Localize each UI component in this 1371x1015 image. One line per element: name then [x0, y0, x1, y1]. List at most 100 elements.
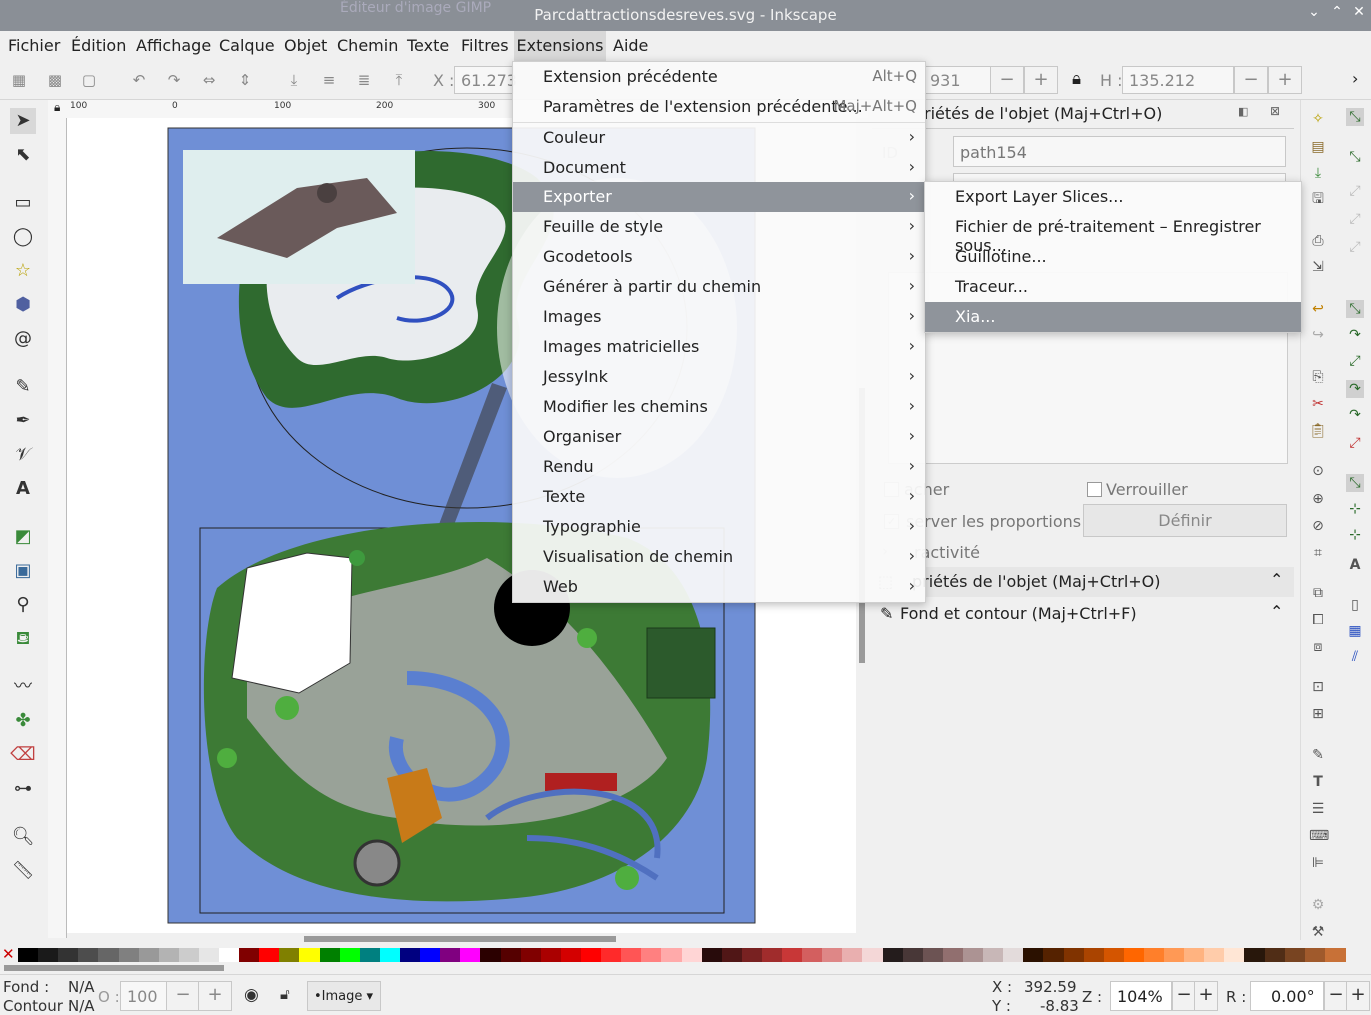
- align-icon[interactable]: ⊫: [1309, 854, 1327, 872]
- raise-icon[interactable]: ≣: [355, 71, 373, 89]
- color-swatch[interactable]: [118, 948, 140, 962]
- menu-texte[interactable]: Texte: [407, 36, 449, 55]
- menu-aide[interactable]: Aide: [613, 36, 648, 55]
- color-swatch[interactable]: [1304, 948, 1326, 962]
- color-swatch[interactable]: [1264, 948, 1286, 962]
- menu-edition[interactable]: Édition: [71, 36, 126, 55]
- export-icon[interactable]: ⇲: [1309, 258, 1327, 276]
- calligraphy-tool-icon[interactable]: 𝒱: [10, 442, 36, 468]
- color-swatch[interactable]: [842, 948, 864, 962]
- spiral-tool-icon[interactable]: @: [10, 326, 36, 352]
- snap-midpoints-icon[interactable]: ⤢: [1346, 238, 1364, 256]
- panel-close-icon[interactable]: ⊠: [1270, 104, 1280, 118]
- menu-item-previous-extension-settings[interactable]: Paramètres de l'extension précédente... M…: [513, 92, 925, 122]
- w-decrement-button[interactable]: −: [990, 66, 1024, 94]
- lock-checkbox[interactable]: [1087, 482, 1102, 497]
- zoom-page-icon[interactable]: ⊘: [1309, 517, 1327, 535]
- color-swatch[interactable]: [560, 948, 582, 962]
- lower-bottom-icon[interactable]: ⤓: [285, 71, 303, 89]
- spray-tool-icon[interactable]: ✤: [10, 708, 36, 734]
- ruler-lock-icon[interactable]: 🔒︎: [54, 100, 60, 115]
- horizontal-scrollbar[interactable]: [67, 933, 856, 945]
- undo-icon[interactable]: ↩: [1309, 300, 1327, 318]
- deselect-icon[interactable]: ▢: [80, 71, 98, 89]
- submenu-item-xia[interactable]: Xia...: [925, 302, 1301, 332]
- panel-tab[interactable]: riétés de l'objet (Maj+Ctrl+O) ◧ ⊠: [872, 100, 1294, 129]
- zoom-tool-icon[interactable]: 🔍︎: [10, 824, 36, 850]
- color-swatch[interactable]: [983, 948, 1005, 962]
- rotation-field[interactable]: 0.00°: [1250, 981, 1324, 1011]
- ungroup-icon[interactable]: ⊞: [1309, 705, 1327, 723]
- preferences-icon[interactable]: ⚙: [1309, 896, 1327, 914]
- color-swatch[interactable]: [500, 948, 522, 962]
- color-swatch[interactable]: [1003, 948, 1025, 962]
- color-swatch[interactable]: [741, 948, 763, 962]
- opacity-increment-button[interactable]: +: [198, 981, 232, 1011]
- menu-item-jessyink[interactable]: JessyInk ›: [513, 362, 925, 392]
- select-all-layers-icon[interactable]: ▩: [46, 71, 64, 89]
- undock-icon[interactable]: ◧: [1238, 105, 1248, 118]
- rotate-decrement-button[interactable]: −: [1324, 981, 1348, 1011]
- color-swatch[interactable]: [219, 948, 241, 962]
- color-swatch[interactable]: [1043, 948, 1065, 962]
- menu-fichier[interactable]: Fichier: [8, 36, 60, 55]
- print-icon[interactable]: ⎙: [1309, 232, 1327, 250]
- submenu-item-preprocess-save-as[interactable]: Fichier de pré-traitement – Enregistrer …: [925, 212, 1301, 255]
- collapse-chevron-icon[interactable]: ⌃: [1270, 570, 1283, 589]
- snap-guide-icon[interactable]: ⫽: [1346, 648, 1364, 666]
- menu-item-typographie[interactable]: Typographie ›: [513, 512, 925, 542]
- opacity-decrement-button[interactable]: −: [166, 981, 200, 1011]
- dock-object-properties-header[interactable]: ⬚ priétés de l'objet (Maj+Ctrl+O) ⌃: [872, 567, 1294, 597]
- measure-tool-icon[interactable]: 📏︎: [10, 858, 36, 884]
- redo-icon[interactable]: ↪: [1309, 326, 1327, 344]
- color-swatch[interactable]: [1063, 948, 1085, 962]
- color-swatch[interactable]: [661, 948, 683, 962]
- color-swatch[interactable]: [299, 948, 321, 962]
- pencil-tool-icon[interactable]: ✎: [10, 374, 36, 400]
- layers-icon[interactable]: ☰: [1309, 800, 1327, 818]
- color-swatch[interactable]: [359, 948, 381, 962]
- layer-dropdown[interactable]: •Image ▾: [307, 981, 381, 1011]
- rotate-cw-icon[interactable]: ↷: [165, 71, 183, 89]
- color-swatch[interactable]: [782, 948, 804, 962]
- close-icon[interactable]: ✕: [1350, 4, 1368, 24]
- color-swatch[interactable]: [962, 948, 984, 962]
- snap-toggle-icon[interactable]: ⤡: [1346, 108, 1364, 126]
- rotate-ccw-icon[interactable]: ↶: [130, 71, 148, 89]
- color-swatch[interactable]: [1103, 948, 1125, 962]
- gradient-tool-icon[interactable]: ◩: [10, 524, 36, 550]
- menu-item-visualisation-chemin[interactable]: Visualisation de chemin ›: [513, 542, 925, 572]
- color-swatch[interactable]: [400, 948, 421, 962]
- color-swatch[interactable]: [239, 948, 261, 962]
- color-swatch[interactable]: [58, 948, 80, 962]
- menu-item-modifier-chemins[interactable]: Modifier les chemins ›: [513, 392, 925, 422]
- fill-stroke-dialog-icon[interactable]: ✎: [1309, 746, 1327, 764]
- eye-icon[interactable]: ◉: [244, 985, 259, 1005]
- color-swatch[interactable]: [339, 948, 361, 962]
- palette-scroll-thumb[interactable]: [4, 965, 224, 971]
- xml-editor-icon[interactable]: ⌨: [1309, 827, 1329, 845]
- color-swatch[interactable]: [460, 948, 482, 962]
- color-swatch[interactable]: [98, 948, 120, 962]
- color-swatch[interactable]: [882, 948, 904, 962]
- star-tool-icon[interactable]: ☆: [10, 258, 36, 284]
- color-swatch[interactable]: [540, 948, 562, 962]
- opacity-field[interactable]: 100: [120, 981, 168, 1011]
- h-increment-button[interactable]: +: [1268, 66, 1302, 94]
- clone-icon[interactable]: ⧠: [1309, 611, 1327, 629]
- no-paint-icon[interactable]: ✕: [2, 945, 15, 963]
- color-swatch[interactable]: [1083, 948, 1105, 962]
- menu-extensions[interactable]: Extensions: [514, 31, 606, 61]
- color-swatch[interactable]: [1244, 948, 1266, 962]
- color-swatch[interactable]: [480, 948, 502, 962]
- duplicate-icon[interactable]: ⧉: [1309, 584, 1327, 602]
- menu-item-texte[interactable]: Texte ›: [513, 482, 925, 512]
- color-swatch[interactable]: [420, 948, 442, 962]
- snap-intersections-icon[interactable]: ⤢: [1346, 352, 1364, 370]
- color-swatch[interactable]: [1204, 948, 1226, 962]
- color-swatch[interactable]: [621, 948, 643, 962]
- color-swatch[interactable]: [38, 948, 60, 962]
- color-swatch[interactable]: [379, 948, 401, 962]
- color-swatch[interactable]: [802, 948, 824, 962]
- color-swatch[interactable]: [1123, 948, 1145, 962]
